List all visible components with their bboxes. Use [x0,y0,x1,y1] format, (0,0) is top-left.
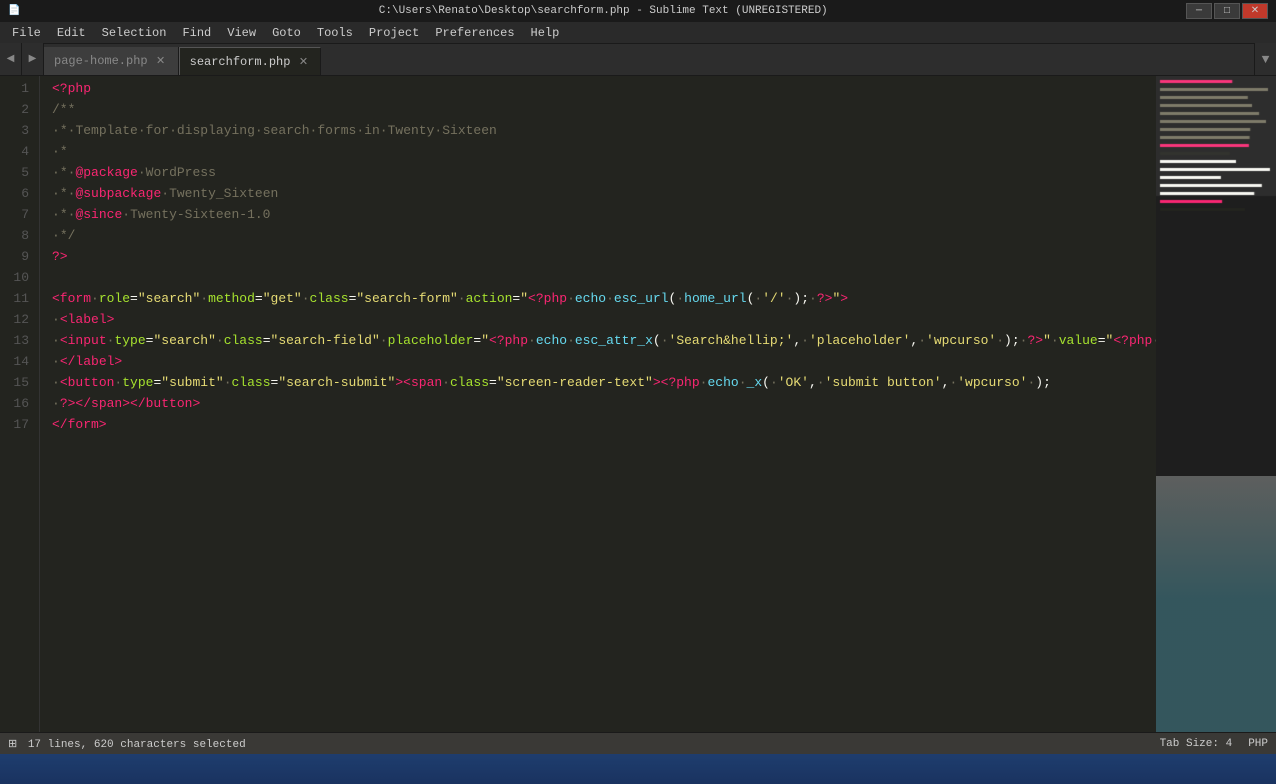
tab-nav-next[interactable]: ▶ [22,43,44,75]
code-line-4: ·* [52,141,1156,162]
menu-tools[interactable]: Tools [309,24,361,42]
title-bar: 📄 C:\Users\Renato\Desktop\searchform.php… [0,0,1276,22]
status-right: Tab Size: 4 PHP [1160,738,1268,750]
menu-project[interactable]: Project [361,24,427,42]
status-left: ⊞ 17 lines, 620 characters selected [8,737,246,751]
code-line-6: ·*·@subpackage·Twenty_Sixteen [52,183,1156,204]
tab-label: page-home.php [54,54,148,68]
code-area[interactable]: <?php /** ·*·Template·for·displaying·sea… [40,76,1156,732]
menu-selection[interactable]: Selection [94,24,175,42]
title-bar-title: C:\Users\Renato\Desktop\searchform.php -… [20,5,1186,17]
code-line-11: <form·role="search"·method="get"·class="… [52,288,1156,309]
minimap [1156,76,1276,732]
code-line-17 [52,435,1156,456]
tab-dropdown-button[interactable]: ▼ [1254,43,1276,75]
tab-label: searchform.php [190,55,291,69]
maximize-button[interactable]: □ [1214,3,1240,19]
code-line-13: ·<input·type="search"·class="search-fiel… [52,330,1156,351]
code-line-5: ·*·@package·WordPress [52,162,1156,183]
title-bar-icon: 📄 [8,5,20,17]
status-language[interactable]: PHP [1248,738,1268,750]
code-line-12: ·<label> [52,309,1156,330]
menu-find[interactable]: Find [174,24,219,42]
menu-file[interactable]: File [4,24,49,42]
status-icon: ⊞ [8,739,17,751]
code-line-7: ·*·@since·Twenty-Sixteen-1.0 [52,204,1156,225]
tab-page-home[interactable]: page-home.php ✕ [44,47,179,75]
status-selection: 17 lines, 620 characters selected [28,739,246,751]
menu-bar: File Edit Selection Find View Goto Tools… [0,22,1276,44]
line-numbers: 12345 678910 1112131415 1617 [0,76,40,732]
menu-view[interactable]: View [219,24,264,42]
code-line-15: ·<button·type="submit"·class="search-sub… [52,372,1156,393]
taskbar [0,754,1276,784]
tab-nav-prev[interactable]: ◀ [0,43,22,75]
close-button[interactable]: ✕ [1242,3,1268,19]
editor-container: 12345 678910 1112131415 1617 <?php /** ·… [0,76,1276,732]
code-line-3: ·*·Template·for·displaying·search·forms·… [52,120,1156,141]
menu-goto[interactable]: Goto [264,24,309,42]
tab-close-page-home[interactable]: ✕ [154,54,168,68]
minimize-button[interactable]: ─ [1186,3,1212,19]
code-line-9: ?> [52,246,1156,267]
tab-searchform[interactable]: searchform.php ✕ [179,47,322,75]
status-bar: ⊞ 17 lines, 620 characters selected Tab … [0,732,1276,754]
menu-edit[interactable]: Edit [49,24,94,42]
code-line-8: ·*/ [52,225,1156,246]
tab-close-searchform[interactable]: ✕ [296,55,310,69]
code-line-10 [52,267,1156,288]
status-tab-size[interactable]: Tab Size: 4 [1160,738,1233,750]
code-line-1: <?php [52,78,1156,99]
window-controls: ─ □ ✕ [1186,3,1268,19]
code-line-16: </form> [52,414,1156,435]
code-line-15b: ·?></span></button> [52,393,1156,414]
tab-bar: ◀ ▶ page-home.php ✕ searchform.php ✕ ▼ [0,44,1276,76]
menu-help[interactable]: Help [523,24,568,42]
menu-preferences[interactable]: Preferences [427,24,522,42]
code-line-2: /** [52,99,1156,120]
code-line-14: ·</label> [52,351,1156,372]
